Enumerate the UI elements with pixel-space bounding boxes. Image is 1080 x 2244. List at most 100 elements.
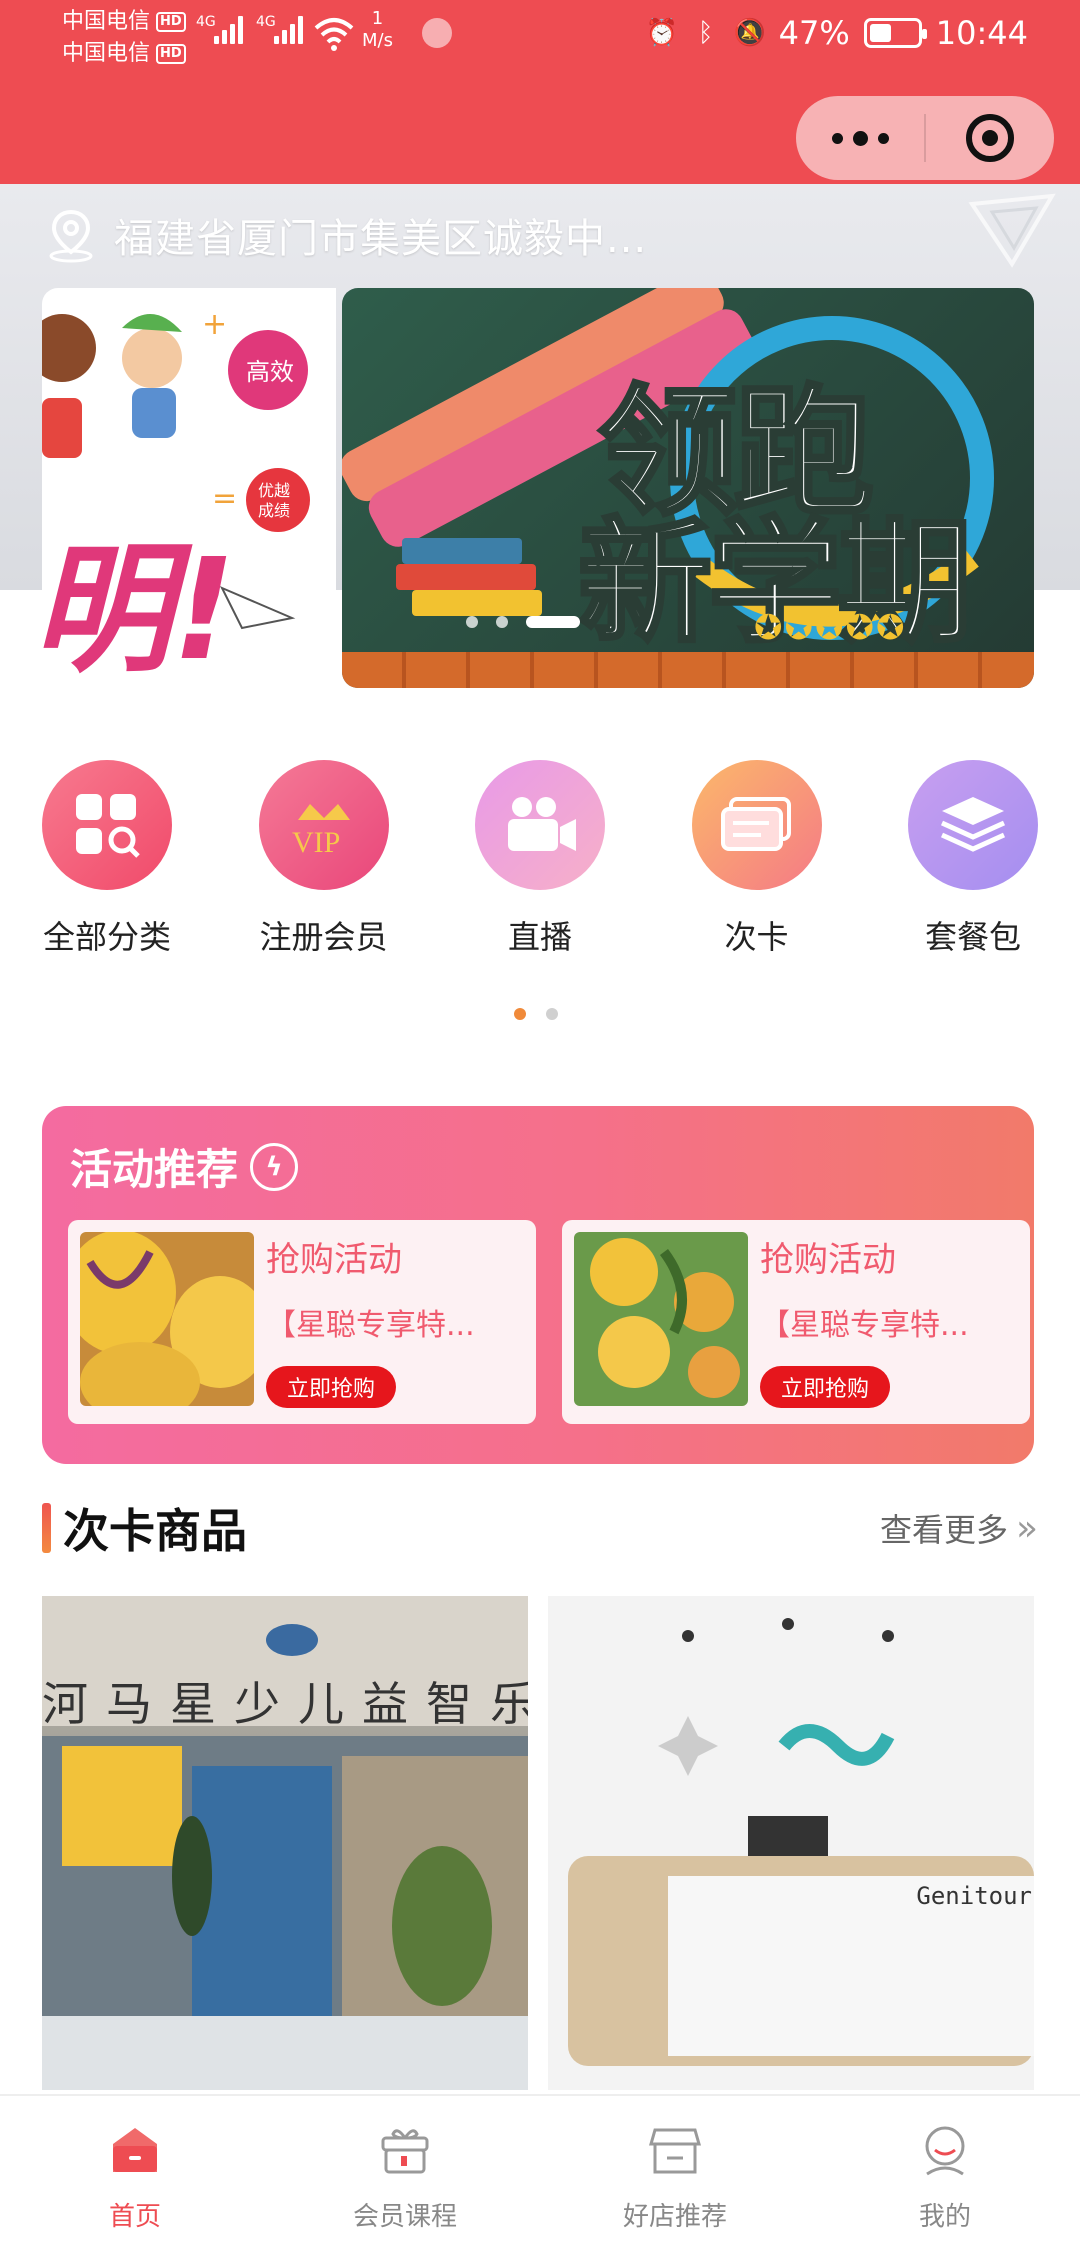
alarm-icon: ⏰ [645,18,678,48]
category-pagination [514,1008,558,1020]
stars-icon: ✪✪✪✪✪ [754,608,907,648]
fruit-thumbnail [80,1232,254,1406]
tab-mine[interactable]: 我的 [810,2096,1080,2244]
hd-badge-1: HD [156,12,186,32]
banner-pagination [466,616,580,628]
tab-label: 首页 [108,2202,161,2232]
card-products-header: 次卡商品 查看更多 » [42,1496,1038,1560]
category-card[interactable]: 次卡 [691,760,822,958]
activity-name: 抢购活动 [266,1240,402,1280]
category-all[interactable]: 全部分类 [42,760,172,958]
store-sign: Genitour [916,1882,1032,1910]
section-accent-bar [42,1503,51,1553]
activity-title: 活动推荐 ϟ [70,1136,299,1197]
header: 中国电信 HD 中国电信 HD 4G 4G 1 M/s ⏰ ᛒ 🔕 47% 10:4… [0,0,1080,184]
carrier-1: 中国电信 [62,9,151,34]
store-sign: 河马星少儿益智乐 [42,1677,528,1731]
tab-label: 会员课程 [352,2202,457,2232]
activity-desc: 【星聪专享特... [760,1308,969,1343]
activity-title-text: 活动推荐 [70,1145,239,1194]
category-label: 次卡 [724,918,789,956]
tab-home[interactable]: 首页 [0,2096,270,2244]
lightning-icon: ϟ [250,1142,299,1191]
net-tag-1: 4G [196,14,216,30]
category-label: 直播 [507,918,572,956]
location-text: 福建省厦门市集美区诚毅中... [114,216,648,262]
svg-text:成绩: 成绩 [258,501,290,520]
net-tag-2: 4G [256,14,276,30]
wifi-icon [314,18,354,51]
banner-dot[interactable] [496,616,508,628]
mute-icon: 🔕 [733,18,766,48]
user-icon [925,2126,965,2176]
close-miniprogram-button[interactable] [926,114,1054,162]
ticket-card-icon [691,760,822,890]
home-bag-icon [113,2128,157,2172]
page-dot[interactable] [546,1008,558,1020]
layers-icon [908,760,1038,890]
banner-slide-previous[interactable]: + 高效 = 优越 成绩 明! [42,288,336,688]
speed-value: 1 [371,8,384,29]
product-card[interactable]: Genitour [548,1596,1034,2090]
target-icon [966,114,1014,162]
carrier-info: 中国电信 HD 中国电信 HD [62,6,186,70]
banner-dot[interactable] [466,616,478,628]
page-dot-active[interactable] [514,1008,526,1020]
tab-shop-recommend[interactable]: 好店推荐 [540,2096,810,2244]
carrier-2: 中国电信 [62,41,151,66]
hd-badge-2: HD [156,44,186,64]
location-bar[interactable]: 福建省厦门市集美区诚毅中... [42,206,647,264]
tab-label: 我的 [918,2202,971,2232]
net-speed: 1 M/s [362,8,393,52]
svg-text:=: = [212,481,237,516]
activity-card[interactable]: 抢购活动 【星聪专享特... 立即抢购 [68,1220,536,1424]
category-package[interactable]: 套餐包 [908,760,1038,958]
fruit-thumbnail [574,1232,748,1406]
banner-shelf [342,652,1034,688]
activity-card[interactable]: 抢购活动 【星聪专享特... 立即抢购 [562,1220,1030,1424]
location-pin-icon [49,209,93,263]
buy-now-button[interactable]: 立即抢购 [266,1366,396,1408]
svg-text:+: + [202,307,227,342]
book-2 [396,564,536,590]
book-3 [412,590,542,616]
gift-box-icon [381,2129,429,2174]
banner-slide-current[interactable]: 领跑 新学期 ✪✪✪✪✪ [342,288,1034,688]
svg-text:明!: 明! [42,529,236,688]
bottom-tab-bar: 首页 会员课程 好店推荐 我的 [0,2094,1080,2244]
battery-percent: 47% [778,14,850,52]
tab-label: 好店推荐 [622,2202,727,2232]
miniprogram-capsule [796,96,1054,180]
tag-efficient: 高效 [246,358,294,386]
category-live[interactable]: 直播 [475,760,605,958]
banner-dot-active[interactable] [526,616,580,628]
category-grid: 全部分类 VIP 注册会员 直播 次卡 套餐包 [42,760,1038,958]
category-label: 套餐包 [924,918,1021,956]
shop-icon [649,2128,701,2174]
signal-icon [214,16,243,44]
grid-search-icon [42,760,172,890]
double-chevron-right-icon: » [1015,1507,1038,1549]
clock: 10:44 [935,14,1028,52]
activity-section: 活动推荐 ϟ 抢购活动 【星聪专享特... 立即抢购 抢购活动 【星聪专享特..… [42,1106,1034,1464]
battery-icon [863,18,927,48]
recording-icon [422,18,452,48]
more-menu-button[interactable] [796,96,924,180]
status-right: ⏰ ᛒ 🔕 47% 10:44 [645,14,1028,52]
category-vip[interactable]: VIP 注册会员 [258,760,389,958]
video-camera-icon [475,760,605,890]
vip-crown-icon: VIP [258,760,389,890]
product-card[interactable]: 河马星少儿益智乐 [42,1596,528,2090]
tab-member-courses[interactable]: 会员课程 [270,2096,540,2244]
svg-text:优越: 优越 [258,481,290,500]
activity-name: 抢购活动 [760,1240,896,1280]
kids-illustration: + 高效 = 优越 成绩 明! [42,307,310,688]
section-title: 次卡商品 [63,1504,247,1558]
bluetooth-icon: ᛒ [697,18,714,48]
signal-icon-2 [274,16,303,44]
view-more-link[interactable]: 查看更多 » [880,1505,1038,1551]
brand-logo-icon [968,193,1056,268]
speed-unit: M/s [362,30,393,51]
buy-now-button[interactable]: 立即抢购 [760,1366,890,1408]
category-label: 全部分类 [42,918,171,956]
